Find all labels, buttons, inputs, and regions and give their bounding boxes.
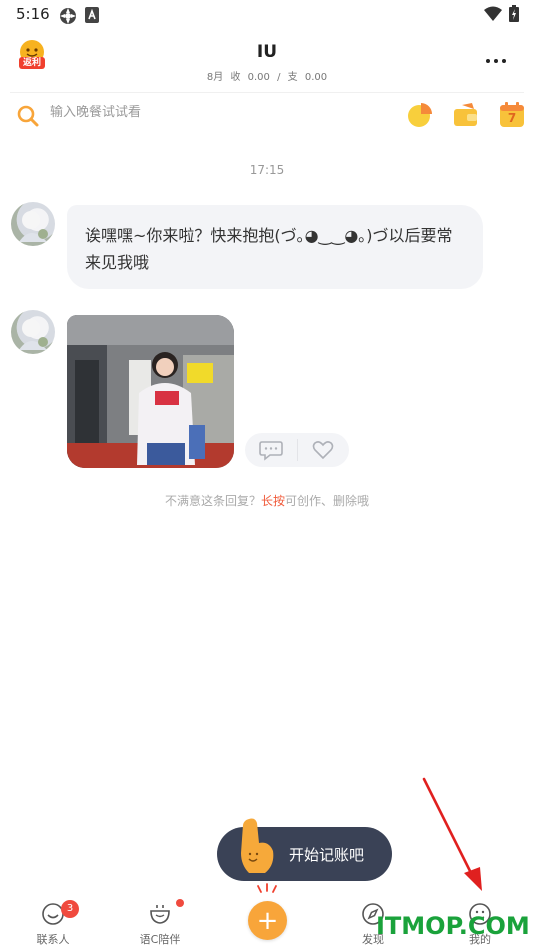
chat-photo[interactable] — [67, 315, 234, 468]
start-bookkeeping-tooltip[interactable]: 开始记账吧 — [217, 818, 392, 881]
companion-notification-dot — [176, 899, 184, 907]
heart-icon[interactable] — [298, 433, 350, 467]
expense-value: 0.00 — [304, 72, 328, 83]
calendar-icon[interactable]: 7 — [498, 101, 526, 129]
avatar[interactable] — [11, 310, 55, 354]
chat-message-bubble[interactable]: 诶嘿嘿~你来啦？快来抱抱(づ｡◕‿‿◕｡)づ以后要常来见我哦 — [67, 205, 483, 289]
tab-companion[interactable]: 语C陪伴 — [120, 892, 200, 950]
separator-slash: / — [277, 72, 281, 83]
sparkle-lines-icon — [252, 882, 282, 901]
reply-actions — [245, 433, 349, 467]
month-summary: 8月 收 0.00 / 支 0.00 — [0, 68, 534, 83]
status-bar: 5:16 — [0, 0, 534, 28]
income-value: 0.00 — [247, 72, 270, 83]
wifi-icon — [484, 6, 502, 26]
comment-icon[interactable] — [245, 433, 297, 467]
income-label: 收 — [230, 72, 241, 83]
search-input[interactable] — [50, 105, 370, 120]
search-icon — [16, 104, 40, 132]
tooltip-text: 开始记账吧 — [289, 846, 365, 864]
contacts-unread-badge: 3 — [61, 900, 79, 918]
header: 返利 IU 8月 收 0.00 / 支 0.00 — [0, 36, 534, 86]
hint-highlight[interactable]: 长按 — [261, 494, 285, 508]
tab-contacts-label: 联系人 — [36, 933, 70, 946]
page-title: IU — [256, 42, 278, 62]
companion-cup-icon — [148, 902, 172, 930]
reply-hint: 不满意这条回复？长按可创作、删除哦 — [0, 492, 534, 509]
wallet-icon[interactable] — [452, 101, 480, 129]
accessibility-a-icon — [85, 7, 99, 27]
chat-timestamp: 17:15 — [249, 163, 285, 177]
more-dots-icon[interactable] — [478, 50, 514, 72]
watermark: ITMOP.COM — [376, 912, 530, 940]
red-annotation-arrow — [418, 775, 490, 897]
battery-charging-icon — [509, 5, 519, 26]
add-plus-icon[interactable]: + — [248, 901, 287, 940]
tab-contacts[interactable]: 联系人 — [13, 892, 93, 950]
pointing-hand-icon — [235, 817, 279, 881]
chat-message-text: 诶嘿嘿~你来啦？快来抱抱(づ｡◕‿‿◕｡)づ以后要常来见我哦 — [85, 226, 453, 272]
expense-label: 支 — [287, 72, 298, 83]
month-label: 8月 — [206, 72, 224, 83]
search-bar: 7 — [10, 92, 524, 136]
settings-gear-icon — [59, 7, 77, 29]
pie-chart-icon[interactable] — [406, 101, 434, 129]
hint-suffix: 可创作、删除哦 — [285, 494, 370, 508]
calendar-day: 7 — [507, 111, 517, 125]
hint-prefix: 不满意这条回复？ — [164, 494, 261, 508]
tab-companion-label: 语C陪伴 — [139, 933, 181, 946]
avatar[interactable] — [11, 202, 55, 246]
status-time: 5:16 — [16, 5, 50, 23]
